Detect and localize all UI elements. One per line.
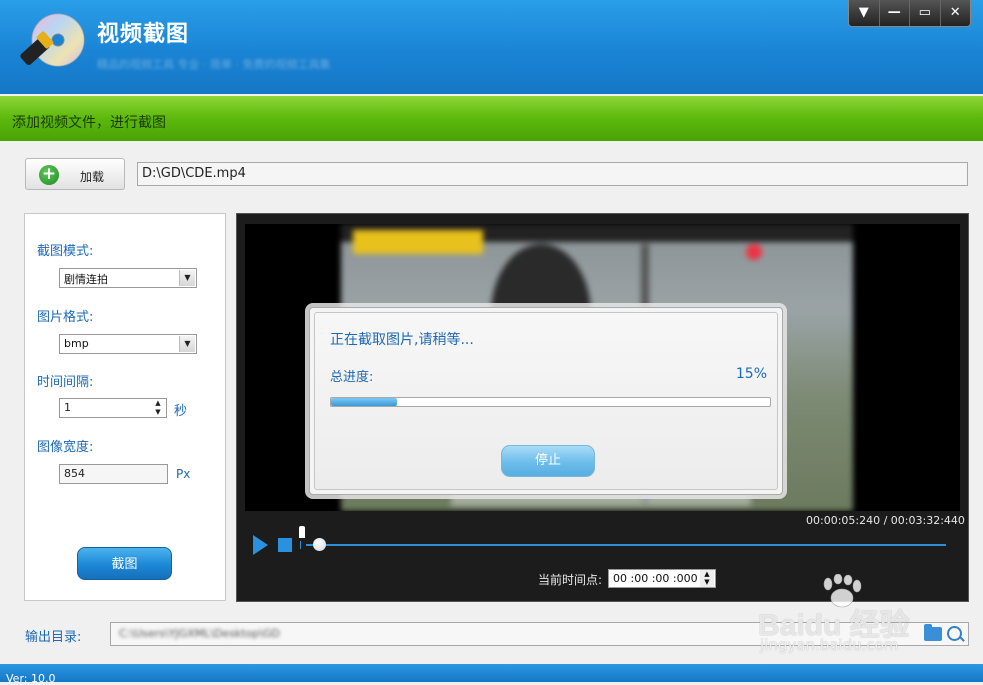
chevron-down-icon: ▼ <box>179 336 195 352</box>
search-icon[interactable] <box>947 626 962 641</box>
output-path-value: C:\Users\YJGXML\Desktop\GD <box>119 627 281 640</box>
interval-unit: 秒 <box>174 404 188 419</box>
dropdown-menu-button[interactable]: ▼ <box>849 0 880 26</box>
progress-fill <box>331 398 397 406</box>
window-controls: ▼ — ▭ ✕ <box>848 0 971 27</box>
interval-label: 时间间隔: <box>37 375 94 390</box>
play-icon[interactable] <box>253 535 268 555</box>
plus-icon: + <box>39 165 59 185</box>
dialog-message: 正在截取图片,请稍等... <box>330 332 474 348</box>
app-title: 视频截图 <box>97 22 190 47</box>
minimize-button[interactable]: — <box>880 0 910 26</box>
width-value: 854 <box>64 467 85 480</box>
capture-button[interactable]: 截图 <box>77 547 172 580</box>
seek-track-start <box>300 541 301 549</box>
seek-track[interactable] <box>306 544 946 546</box>
watermark-url: jingyan.baidu.com <box>760 636 899 654</box>
width-field[interactable]: 854 <box>59 464 168 484</box>
footer-bar <box>0 664 983 682</box>
progress-dialog: 正在截取图片,请稍等... 总进度: 15% 停止 <box>309 307 783 495</box>
mode-select[interactable]: 剧情连拍 ▼ <box>59 268 197 288</box>
app-subtitle: 精品的视频工具 专业 · 简单 · 免费的视频工具集 <box>97 58 331 71</box>
spin-arrows-icon[interactable]: ▲ ▼ <box>700 570 714 587</box>
interval-stepper[interactable]: 1 ▲ ▼ <box>59 398 167 418</box>
progress-percent: 15% <box>735 366 767 382</box>
load-button[interactable]: + 加载 <box>25 158 125 190</box>
format-label: 图片格式: <box>37 310 94 325</box>
chevron-down-icon: ▼ <box>179 270 195 286</box>
mode-select-value: 剧情连拍 <box>64 273 108 286</box>
progress-label: 总进度: <box>330 370 374 385</box>
file-path-field[interactable]: D:\GD\CDE.mp4 <box>137 162 968 186</box>
interval-value: 1 <box>64 401 71 414</box>
output-label: 输出目录: <box>25 630 82 645</box>
format-select-value: bmp <box>64 337 89 350</box>
mode-label: 截图模式: <box>37 244 94 259</box>
current-time-label: 当前时间点: <box>538 573 603 587</box>
version-label: Ver: 10.0 <box>6 672 56 685</box>
close-button[interactable]: ✕ <box>941 0 971 26</box>
seek-handle[interactable] <box>313 538 326 551</box>
status-text: 添加视频文件，进行截图 <box>12 115 166 131</box>
stop-button[interactable]: 停止 <box>501 445 595 477</box>
maximize-button[interactable]: ▭ <box>910 0 941 26</box>
stop-icon[interactable] <box>278 538 292 552</box>
width-label: 图像宽度: <box>37 440 94 455</box>
timecode: 00:00:05:240 / 00:03:32:440 <box>806 514 965 527</box>
progress-bar <box>330 397 771 407</box>
current-time-stepper[interactable]: 00 :00 :00 :000 ▲ ▼ <box>608 569 716 588</box>
width-unit: Px <box>176 467 191 481</box>
format-select[interactable]: bmp ▼ <box>59 334 197 354</box>
start-marker-icon[interactable] <box>299 526 305 538</box>
spin-arrows-icon[interactable]: ▲ ▼ <box>151 399 165 417</box>
current-time-value: 00 :00 :00 :000 <box>613 572 698 585</box>
watermark: Baidu 经验 jingyan.baidu.com <box>758 572 938 662</box>
app-logo-icon <box>14 10 86 78</box>
load-button-label: 加载 <box>80 170 105 184</box>
